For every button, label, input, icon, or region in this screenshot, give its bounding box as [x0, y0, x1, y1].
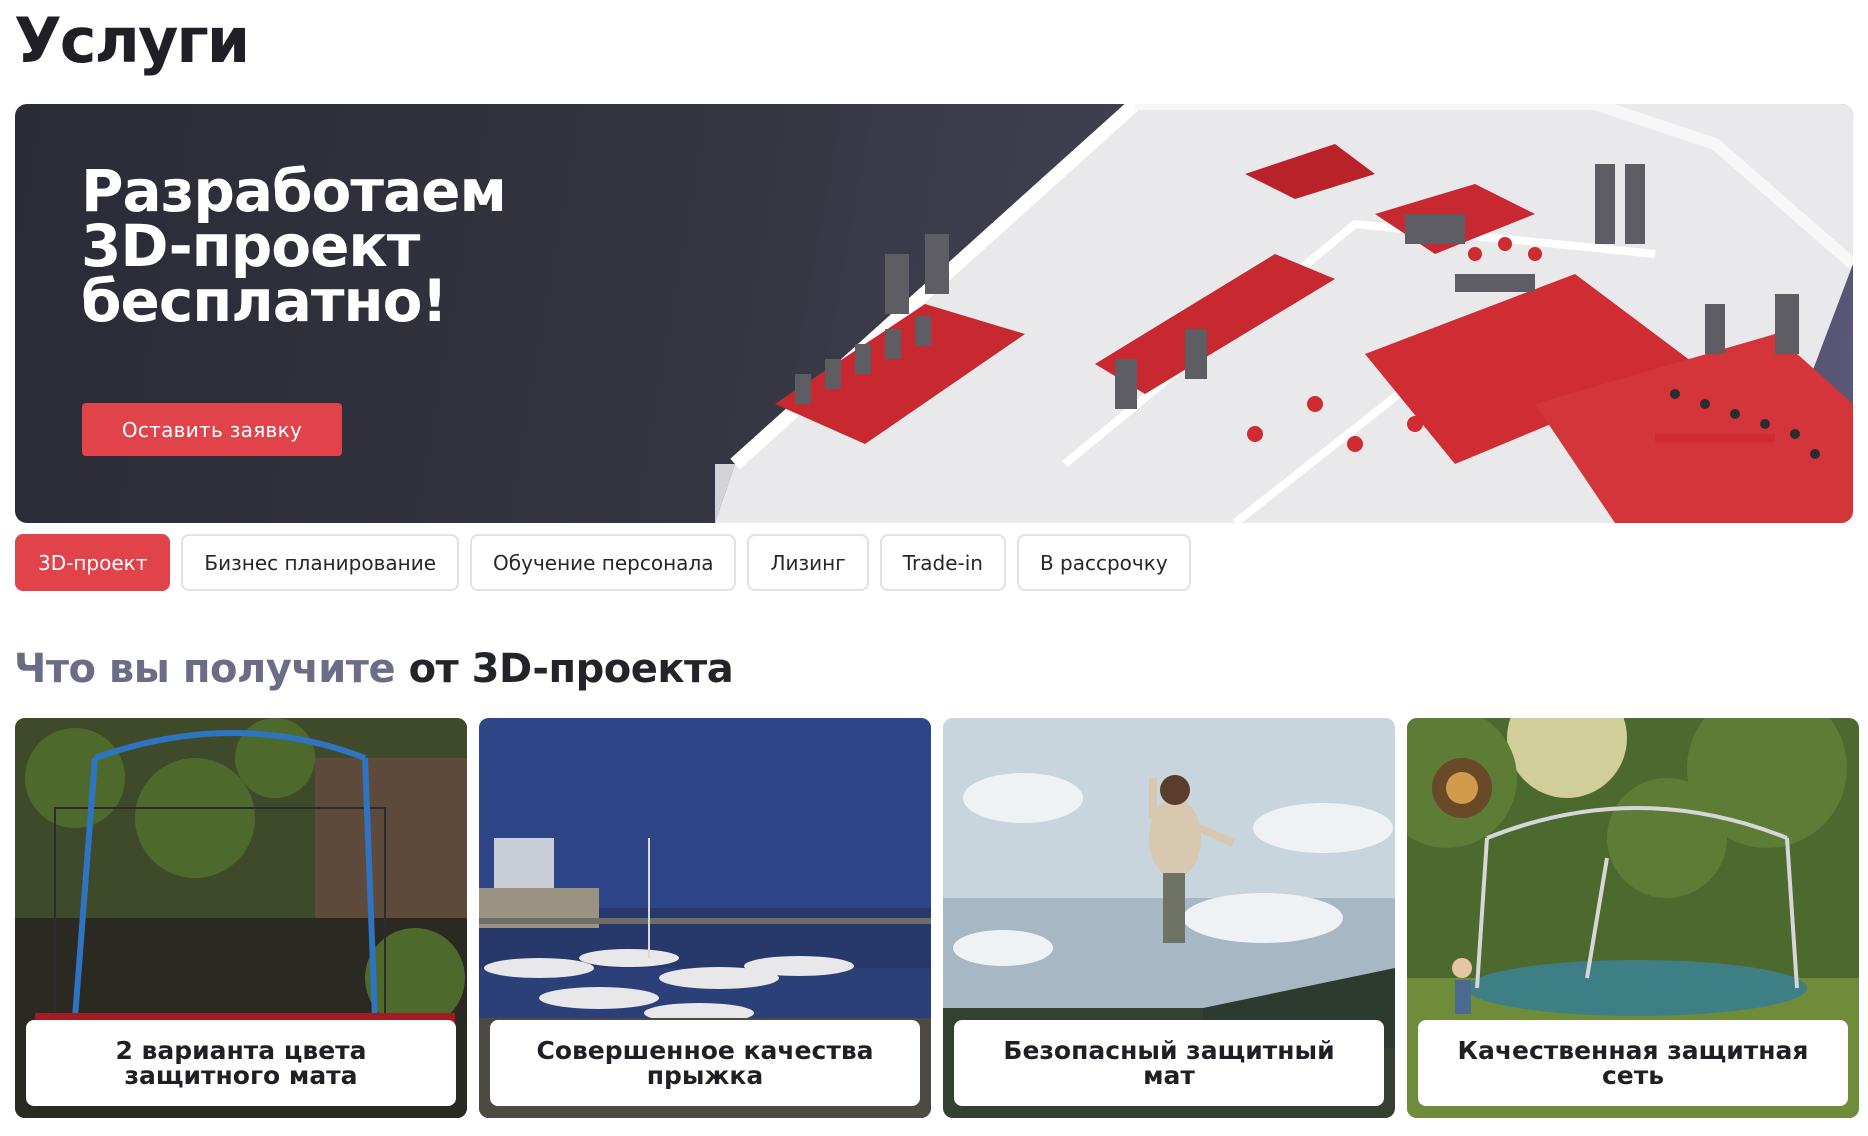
- benefit-card[interactable]: Безопасный защитный мат: [943, 718, 1395, 1118]
- tab-trade-in[interactable]: Trade-in: [879, 534, 1006, 591]
- benefit-card-label: Совершенное качества прыжка: [490, 1020, 920, 1106]
- page-title: Услуги: [14, 4, 250, 77]
- section-heading: Что вы получите от 3D-проекта: [14, 646, 734, 692]
- benefit-card-label: 2 варианта цвета защитного мата: [26, 1020, 456, 1106]
- service-tabs: 3D-проект Бизнес планирование Обучение п…: [15, 534, 1191, 591]
- tab-business-planning[interactable]: Бизнес планирование: [181, 534, 460, 591]
- hero-banner: Разработаем 3D-проект бесплатно! Оставит…: [15, 104, 1853, 523]
- hero-title-line: бесплатно!: [81, 267, 448, 335]
- hero-title: Разработаем 3D-проект бесплатно!: [81, 157, 641, 335]
- section-heading-dark: от 3D-проекта: [408, 646, 734, 692]
- tab-3d-project[interactable]: 3D-проект: [15, 534, 171, 591]
- benefit-card[interactable]: Качественная защитная сеть: [1407, 718, 1859, 1118]
- benefit-card-label: Качественная защитная сеть: [1418, 1020, 1848, 1106]
- benefit-card[interactable]: 2 варианта цвета защитного мата: [15, 718, 467, 1118]
- tab-staff-training[interactable]: Обучение персонала: [470, 534, 737, 591]
- benefit-card[interactable]: Совершенное качества прыжка: [479, 718, 931, 1118]
- section-heading-muted: Что вы получите: [14, 646, 396, 692]
- gym-3d-render-image: [715, 104, 1853, 523]
- benefit-card-label: Безопасный защитный мат: [954, 1020, 1384, 1106]
- tab-installment[interactable]: В рассрочку: [1016, 534, 1191, 591]
- submit-request-button[interactable]: Оставить заявку: [82, 403, 342, 456]
- tab-leasing[interactable]: Лизинг: [747, 534, 869, 591]
- benefit-cards: 2 варианта цвета защитного мата Совершен…: [15, 718, 1859, 1118]
- hero-title-line: 3D-проект: [81, 212, 420, 280]
- hero-title-line: Разработаем: [81, 157, 507, 225]
